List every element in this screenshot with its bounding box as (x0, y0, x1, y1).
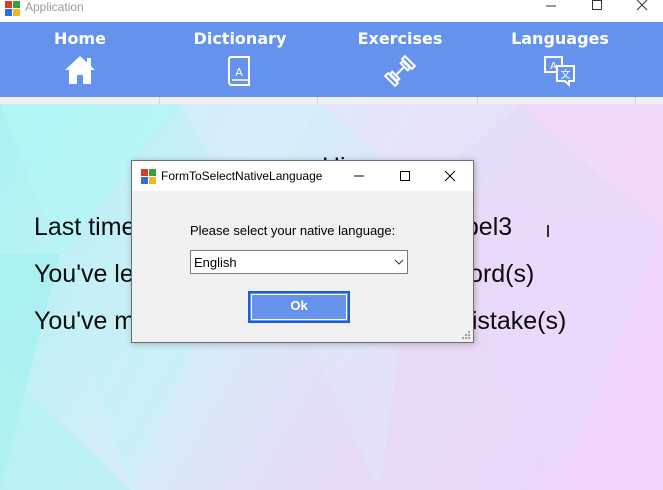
native-language-select[interactable]: English (190, 250, 408, 274)
dialog-close-button[interactable] (435, 165, 465, 187)
dialog-app-icon (141, 169, 156, 184)
native-language-prompt: Please select your native language: (190, 223, 396, 238)
close-button[interactable] (620, 0, 663, 22)
window-title: Application (25, 0, 84, 14)
dialog-minimize-button[interactable] (344, 165, 374, 187)
nav-exercises-label: Exercises (357, 29, 443, 48)
maximize-button[interactable] (575, 0, 619, 22)
window-titlebar: Application (0, 0, 663, 22)
translate-icon: A 文 (544, 56, 575, 88)
maximize-icon (592, 0, 602, 10)
dialog-maximize-button[interactable] (390, 165, 420, 187)
minimize-button[interactable] (529, 0, 573, 22)
nav-languages[interactable]: Languages A 文 (480, 22, 640, 97)
navigation-bar: Home Dictionary A Exercises Languages A … (0, 22, 663, 97)
minimize-icon (546, 5, 556, 7)
app-icon (5, 1, 20, 16)
nav-dictionary[interactable]: Dictionary A (160, 22, 320, 97)
nav-dictionary-label: Dictionary (193, 29, 287, 48)
home-icon (65, 56, 95, 84)
dialog-titlebar: FormToSelectNativeLanguage (132, 161, 473, 191)
ok-button[interactable]: Ok (248, 291, 350, 323)
maximize-icon (400, 171, 410, 181)
select-native-language-dialog: FormToSelectNativeLanguage Please select… (131, 160, 474, 343)
svg-text:文: 文 (561, 68, 571, 81)
nav-languages-label: Languages (511, 29, 609, 48)
close-icon (444, 170, 456, 182)
tab-strip (0, 97, 663, 104)
chevron-down-icon (394, 259, 404, 265)
dictionary-book-icon: A (228, 56, 250, 86)
nav-home[interactable]: Home (0, 22, 160, 97)
dialog-title: FormToSelectNativeLanguage (161, 169, 323, 183)
resize-grip-icon[interactable] (461, 330, 471, 340)
last-time-label: Last time (34, 213, 136, 241)
svg-text:A: A (235, 66, 243, 79)
mistakes-label: You've m (34, 307, 136, 335)
minimize-icon (354, 175, 364, 177)
selected-language: English (194, 255, 237, 270)
nav-home-label: Home (54, 29, 106, 48)
close-icon (636, 0, 648, 11)
learned-words-label: You've le (34, 260, 134, 288)
dumbbell-icon (383, 54, 417, 88)
nav-exercises[interactable]: Exercises (320, 22, 480, 97)
text-cursor (547, 225, 549, 237)
